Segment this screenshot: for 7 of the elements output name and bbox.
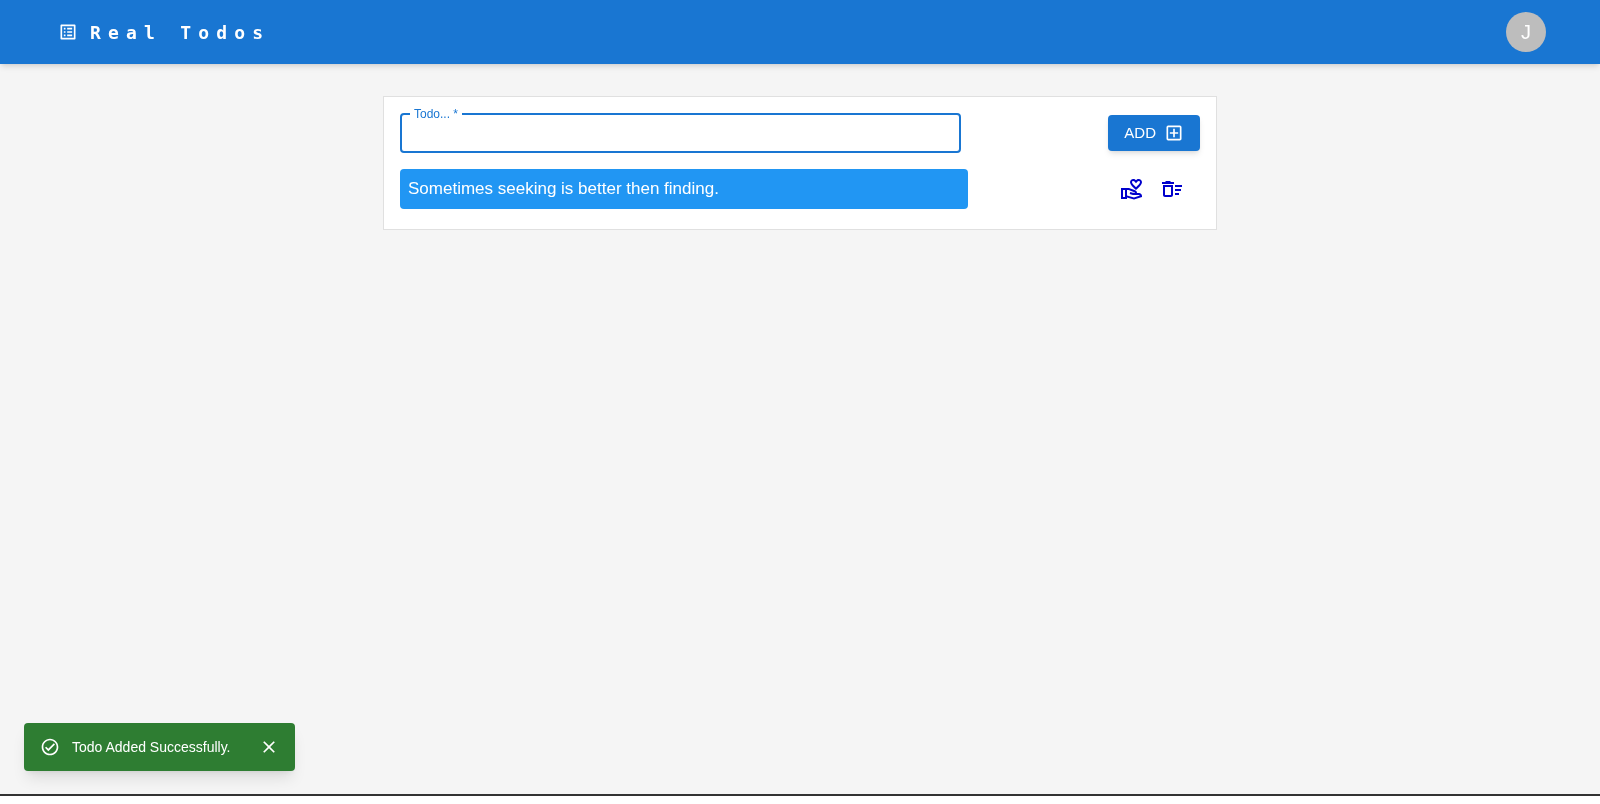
list-icon (58, 22, 78, 42)
todo-item: Sometimes seeking is better then finding. (400, 169, 968, 209)
app-title: Real Todos (90, 20, 271, 45)
hand-icon[interactable] (1120, 177, 1144, 201)
plus-box-icon (1164, 123, 1184, 143)
snackbar-message: Todo Added Successfully. (72, 737, 231, 757)
add-button[interactable]: ADD (1108, 115, 1200, 151)
